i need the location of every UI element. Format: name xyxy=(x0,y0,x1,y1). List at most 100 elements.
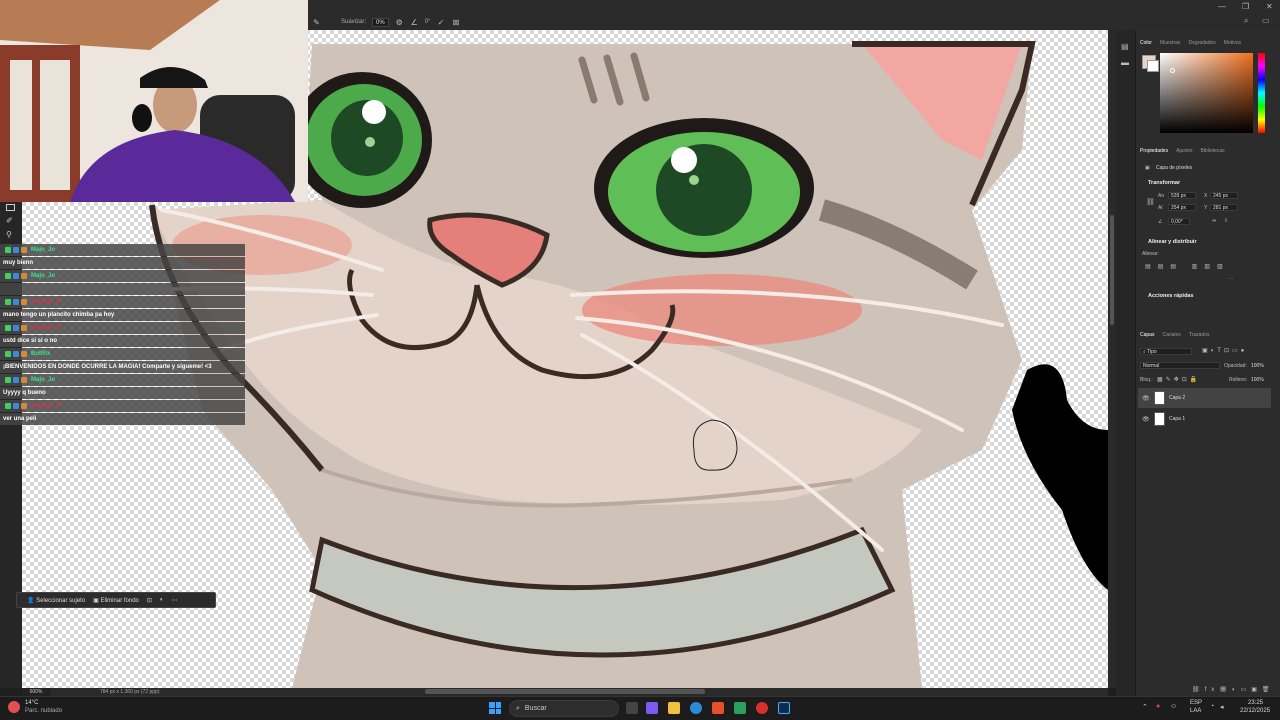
chat-badge-icon xyxy=(5,325,11,331)
clock-time[interactable]: 23:25 xyxy=(1248,700,1263,706)
windows-start-icon[interactable] xyxy=(489,702,501,714)
brush-tool-icon[interactable]: ✐ xyxy=(6,216,13,225)
file-explorer-icon[interactable] xyxy=(668,702,680,714)
restore-icon[interactable]: ❐ xyxy=(1242,2,1249,11)
layers-panel-tab[interactable]: Trazados xyxy=(1189,332,1210,338)
blend-mode-select[interactable]: Normal xyxy=(1140,362,1220,369)
weather-icon[interactable] xyxy=(8,701,20,713)
copilot-icon[interactable] xyxy=(646,702,658,714)
y-field[interactable]: 281 px xyxy=(1210,204,1238,211)
align-buttons[interactable]: ▤▤▤ ▥▥▥ xyxy=(1145,263,1230,270)
more-options-icon[interactable]: ⋯ xyxy=(1228,276,1233,282)
hue-slider[interactable] xyxy=(1258,53,1265,133)
link-icon[interactable]: ⛓ xyxy=(1146,198,1155,206)
layer-name[interactable]: Capa 2 xyxy=(1169,395,1185,401)
width-field[interactable]: 539 px xyxy=(1168,192,1196,199)
align-title: Alinear y distribuir xyxy=(1148,239,1197,245)
search-icon[interactable]: ⌕ xyxy=(1244,16,1248,26)
angle-field[interactable]: 0,00° xyxy=(1168,218,1190,225)
transform-title: Transformar xyxy=(1148,180,1181,186)
color-panel-tab[interactable]: Color xyxy=(1140,40,1152,46)
chat-username[interactable]: Majo_Jo xyxy=(31,273,55,279)
lock-icons[interactable]: ▦✎✥⊡🔒 xyxy=(1157,376,1200,383)
pressure-icon[interactable]: ⊠ xyxy=(451,18,460,27)
visibility-eye-icon[interactable]: 👁 xyxy=(1142,395,1150,402)
chat-username[interactable]: brayner_ff xyxy=(31,403,60,409)
task-view-icon[interactable] xyxy=(626,702,638,714)
remove-bg-button[interactable]: ▣ Eliminar fondo xyxy=(93,597,139,604)
color-panel-tab[interactable]: Motivos xyxy=(1224,40,1241,46)
smooth-field[interactable]: 0% xyxy=(372,17,389,27)
history-icon[interactable]: ▤ xyxy=(1121,42,1129,51)
marquee-tool-icon[interactable] xyxy=(6,204,15,211)
select-subject-button[interactable]: 👤 Seleccionar sujeto xyxy=(27,597,85,604)
tray-people-icon[interactable]: ☺ xyxy=(1170,703,1177,710)
layer-filter[interactable]: ⌕ Tipo xyxy=(1140,348,1192,355)
chat-badge-icon xyxy=(21,351,27,357)
chat-badge-icon xyxy=(5,247,11,253)
angle-value[interactable]: 0° xyxy=(425,19,431,25)
chat-username[interactable]: Majo_Jo xyxy=(31,377,55,383)
properties-panel-tab[interactable]: Bibliotecas xyxy=(1200,148,1224,154)
mask-icon[interactable]: ⊡ xyxy=(147,597,152,604)
chat-user-row: brayner_ff xyxy=(0,296,245,308)
edge-icon[interactable] xyxy=(690,702,702,714)
more-icon[interactable]: ⋯ xyxy=(172,597,178,604)
vertical-scrollbar[interactable] xyxy=(1110,215,1114,325)
lasso-tool-icon[interactable]: ✎ xyxy=(312,18,321,27)
tray-app-icon[interactable]: ● xyxy=(1156,703,1160,710)
chat-username[interactable]: brayner_ff xyxy=(31,325,60,331)
layers-panel-tab[interactable]: Capas xyxy=(1140,332,1154,338)
symmetry-icon[interactable]: ✓ xyxy=(436,18,445,27)
stream-chat: Majo_Jo muy bienn Majo_Jo brayner_ff mano te… xyxy=(0,244,250,426)
layer-row[interactable]: 👁 Capa 1 xyxy=(1138,409,1271,429)
filter-icons[interactable]: ▣◐T⊡▭● xyxy=(1202,347,1247,354)
gear-icon[interactable]: ⚙ xyxy=(395,18,404,27)
adjust-icon[interactable]: ◐ xyxy=(160,597,164,603)
color-panel-tab[interactable]: Degradados xyxy=(1189,40,1216,46)
obs-icon[interactable] xyxy=(756,702,768,714)
color-panel-tab[interactable]: Muestras xyxy=(1160,40,1181,46)
sheets-icon[interactable] xyxy=(734,702,746,714)
visibility-eye-icon[interactable]: 👁 xyxy=(1142,416,1150,423)
brave-icon[interactable] xyxy=(712,702,724,714)
lock-label: Bloq.: xyxy=(1140,377,1153,383)
workspace-icon[interactable]: ▭ xyxy=(1262,16,1270,25)
comment-icon[interactable]: ▬ xyxy=(1121,58,1129,67)
fill-value[interactable]: 100% xyxy=(1251,377,1264,383)
chat-username[interactable]: Majo_Jo xyxy=(31,247,55,253)
height-field[interactable]: 254 px xyxy=(1168,204,1196,211)
chat-username[interactable]: BotRix xyxy=(31,351,50,357)
background-color-swatch[interactable] xyxy=(1147,60,1159,72)
properties-panel-tab[interactable]: Ajustes xyxy=(1176,148,1192,154)
lang-top[interactable]: ESP xyxy=(1190,700,1202,706)
tray-chevron-icon[interactable]: ⌃ xyxy=(1142,703,1148,711)
color-picker-handle[interactable] xyxy=(1170,68,1175,73)
taskbar-search[interactable]: ⌕ Buscar xyxy=(509,700,619,717)
flip-h-icon[interactable]: ⇹ xyxy=(1212,218,1216,224)
chat-badge-icon xyxy=(13,403,19,409)
vertical-scrollbar-track xyxy=(1108,30,1116,688)
layers-panel-tab[interactable]: Canales xyxy=(1162,332,1180,338)
height-label: Al xyxy=(1158,205,1163,211)
layer-row[interactable]: 👁 Capa 2 xyxy=(1138,388,1271,408)
eyedropper-tool-icon[interactable]: ⚲ xyxy=(6,230,12,239)
close-icon[interactable]: ✕ xyxy=(1266,2,1273,11)
volume-icon[interactable]: ◂ xyxy=(1220,703,1224,711)
zoom-level[interactable]: 600% xyxy=(22,688,50,696)
minimize-icon[interactable]: — xyxy=(1218,2,1226,11)
flip-v-icon[interactable]: ⇳ xyxy=(1224,218,1228,224)
layer-name[interactable]: Capa 1 xyxy=(1169,416,1185,422)
opacity-value[interactable]: 100% xyxy=(1251,363,1264,369)
weather-temp[interactable]: 14°C xyxy=(25,700,38,706)
wifi-icon[interactable]: ◔ xyxy=(1210,703,1214,710)
chat-message: ustd dice si sí o no xyxy=(0,335,245,347)
properties-panel-tab[interactable]: Propiedades xyxy=(1140,148,1168,154)
x-field[interactable]: 245 px xyxy=(1210,192,1238,199)
chat-username[interactable]: brayner_ff xyxy=(31,299,60,305)
photoshop-icon[interactable] xyxy=(778,702,790,714)
layer-actions[interactable]: ⛓fx◼◐▭▣🗑 xyxy=(1192,686,1274,693)
chat-badge-icon xyxy=(13,273,19,279)
color-field[interactable] xyxy=(1160,53,1253,133)
horizontal-scrollbar[interactable] xyxy=(425,689,705,694)
